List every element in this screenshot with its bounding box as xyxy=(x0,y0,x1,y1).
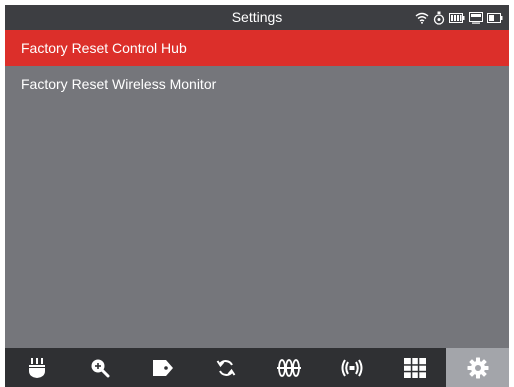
grid-icon xyxy=(403,357,426,378)
status-bar: Settings xyxy=(5,5,509,30)
zoom-in-button[interactable] xyxy=(68,348,131,387)
connector-button[interactable] xyxy=(5,348,68,387)
bottom-toolbar xyxy=(5,348,509,387)
gear-icon xyxy=(467,357,489,379)
refresh-button[interactable] xyxy=(194,348,257,387)
device-battery-icon xyxy=(487,12,503,23)
device-screen: Settings Factory Reset Control Hub Facto… xyxy=(5,5,509,387)
connector-icon xyxy=(28,357,46,379)
zoom-in-icon xyxy=(90,358,110,378)
wireless-sensor-button[interactable] xyxy=(320,348,383,387)
tire-button[interactable] xyxy=(257,348,320,387)
tag-icon xyxy=(152,359,174,377)
tag-button[interactable] xyxy=(131,348,194,387)
factory-reset-wireless-monitor-item[interactable]: Factory Reset Wireless Monitor xyxy=(5,66,509,102)
factory-reset-control-hub-item[interactable]: Factory Reset Control Hub xyxy=(5,30,509,66)
grid-button[interactable] xyxy=(383,348,446,387)
battery-icon xyxy=(449,12,465,23)
status-icons xyxy=(415,5,503,30)
tpms-sensor-icon xyxy=(433,11,445,25)
settings-button[interactable] xyxy=(446,348,509,387)
wifi-icon xyxy=(415,12,429,24)
tire-icon xyxy=(276,358,301,378)
content-area xyxy=(5,102,509,353)
settings-menu: Factory Reset Control Hub Factory Reset … xyxy=(5,30,509,102)
refresh-icon xyxy=(216,358,236,378)
wireless-sensor-icon xyxy=(340,358,364,378)
monitor-icon xyxy=(469,11,483,24)
